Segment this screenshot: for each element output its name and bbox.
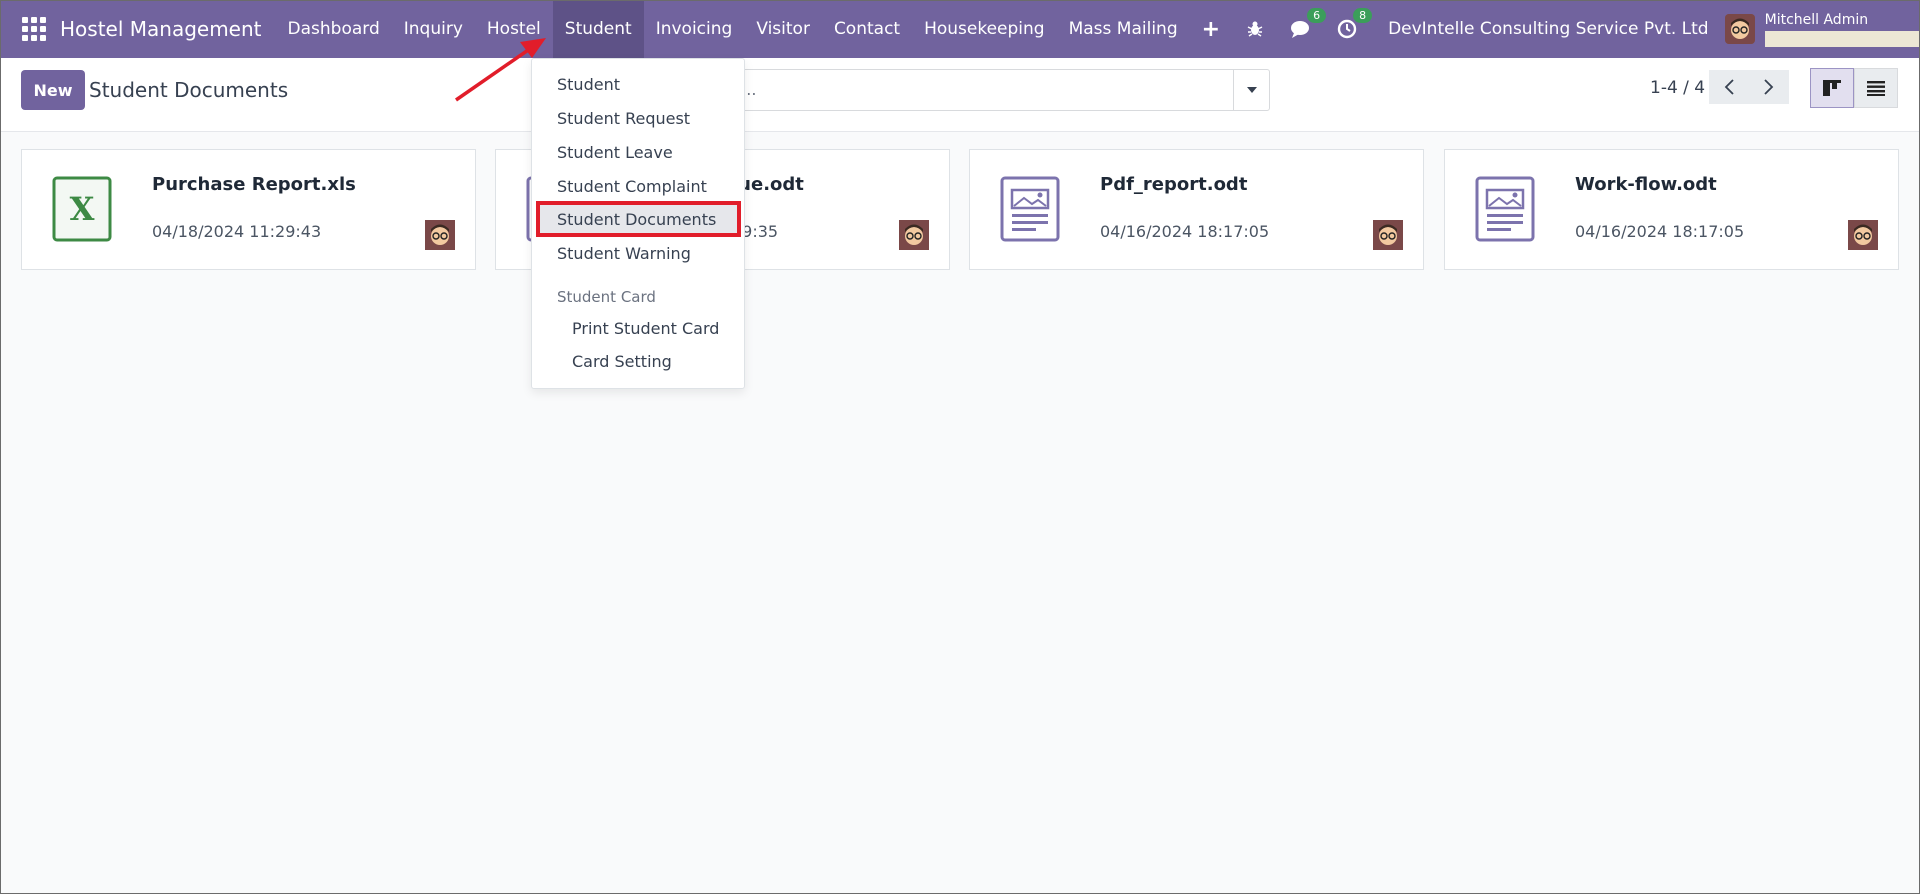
messages-badge: 6 (1307, 8, 1327, 23)
document-date: 04/18/2024 11:29:43 (152, 222, 322, 241)
document-icon (1475, 176, 1535, 242)
search-options-toggle[interactable] (1233, 70, 1269, 110)
document-date: 04/16/2024 18:17:05 (1100, 222, 1270, 241)
excel-icon: X (52, 176, 112, 242)
dropdown-item-student-complaint[interactable]: Student Complaint (557, 177, 707, 196)
chevron-right-icon (1764, 79, 1774, 95)
menu-mass-mailing[interactable]: Mass Mailing (1057, 0, 1190, 58)
document-date: 04/16/2024 18:17:05 (1575, 222, 1745, 241)
user-name: Mitchell Admin (1764, 11, 1869, 28)
document-card[interactable]: Pdf_report.odt 04/16/2024 18:17:05 (969, 149, 1424, 270)
dropdown-item-student[interactable]: Student (557, 75, 620, 94)
menu-student[interactable]: Student (552, 0, 644, 58)
app-title[interactable]: Hostel Management (60, 17, 262, 41)
menu-housekeeping[interactable]: Housekeeping (912, 0, 1057, 58)
pager-previous-button[interactable] (1709, 70, 1749, 104)
dropdown-item-card-setting[interactable]: Card Setting (572, 352, 672, 371)
dropdown-item-student-request[interactable]: Student Request (557, 109, 690, 128)
dropdown-item-student-warning[interactable]: Student Warning (557, 244, 691, 263)
pager-value[interactable]: 1-4 / 4 (1650, 78, 1705, 98)
dropdown-item-student-leave[interactable]: Student Leave (557, 143, 673, 162)
list-view-icon (1867, 81, 1885, 96)
top-navbar: Hostel Management Dashboard Inquiry Host… (0, 0, 1920, 58)
activity-clock-icon[interactable]: 8 (1336, 8, 1373, 40)
document-title: Work-flow.odt (1575, 174, 1717, 195)
student-dropdown-menu: Student Student Request Student Leave St… (531, 58, 745, 389)
menu-contact[interactable]: Contact (822, 0, 912, 58)
main-menu: Dashboard Inquiry Hostel Student Invoici… (276, 0, 1233, 58)
user-menu[interactable]: Mitchell Admin (1764, 11, 1920, 47)
bug-icon[interactable] (1244, 18, 1266, 40)
document-title: Purchase Report.xls (152, 174, 356, 195)
new-button[interactable]: New (21, 70, 85, 110)
menu-invoicing[interactable]: Invoicing (644, 0, 745, 58)
menu-visitor[interactable]: Visitor (744, 0, 822, 58)
annotation-arrow-icon (455, 38, 546, 102)
chevron-left-icon (1724, 79, 1734, 95)
owner-avatar (899, 220, 929, 250)
page-title: Student Documents (89, 78, 289, 102)
caret-down-icon (1246, 87, 1257, 93)
owner-avatar (1848, 220, 1878, 250)
control-panel: New Student Documents h... 1-4 / 4 (0, 58, 1920, 132)
user-avatar[interactable] (1724, 14, 1755, 44)
owner-avatar (1373, 220, 1403, 250)
kanban-view-button[interactable] (1810, 68, 1854, 108)
company-switcher[interactable]: DevIntelle Consulting Service Pvt. Ltd (1388, 19, 1709, 39)
kanban-content: X Purchase Report.xls 04/18/2024 11:29:4… (0, 132, 1920, 894)
pager-next-button[interactable] (1749, 70, 1789, 104)
dropdown-item-print-student-card[interactable]: Print Student Card (572, 319, 719, 338)
document-card[interactable]: Work-flow.odt 04/16/2024 18:17:05 (1444, 149, 1899, 270)
add-menu-plus-icon[interactable]: + (1190, 0, 1232, 58)
list-view-button[interactable] (1854, 68, 1898, 108)
document-card[interactable]: X Purchase Report.xls 04/18/2024 11:29:4… (21, 149, 476, 270)
dropdown-item-student-documents[interactable]: Student Documents (557, 210, 716, 229)
document-icon (1000, 176, 1060, 242)
dropdown-section-header: Student Card (557, 288, 656, 306)
app-menu-icon[interactable] (22, 17, 46, 41)
menu-dashboard[interactable]: Dashboard (276, 0, 392, 58)
navbar-systray: 6 8 DevIntelle Consulting Service Pvt. L… (1232, 0, 1920, 58)
svg-text:X: X (70, 190, 95, 228)
user-database-bar (1764, 30, 1920, 47)
activities-badge: 8 (1353, 8, 1373, 23)
owner-avatar (425, 220, 455, 250)
kanban-view-icon (1823, 80, 1841, 96)
document-title: Pdf_report.odt (1100, 174, 1248, 195)
chat-icon[interactable]: 6 (1290, 8, 1327, 40)
